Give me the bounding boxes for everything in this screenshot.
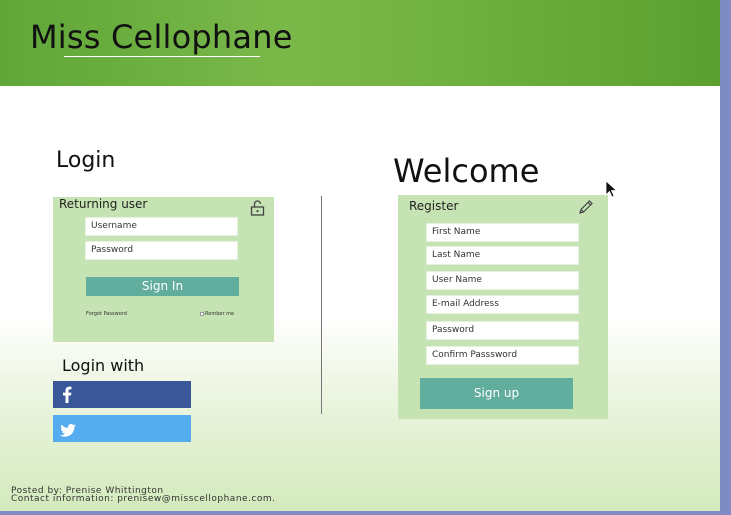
sign-in-button[interactable]: Sign In bbox=[86, 277, 239, 296]
twitter-icon bbox=[60, 422, 76, 437]
facebook-login-button[interactable] bbox=[53, 381, 191, 408]
mouse-cursor-icon bbox=[605, 180, 619, 198]
window-edge-bottom bbox=[0, 511, 731, 515]
page: Miss Cellophane Login Returning user Use… bbox=[0, 0, 720, 511]
login-with-title: Login with bbox=[62, 356, 145, 375]
welcome-title: Welcome bbox=[393, 152, 540, 190]
remember-me-checkbox[interactable] bbox=[200, 312, 204, 316]
pencil-icon[interactable] bbox=[578, 199, 594, 215]
window-edge-right bbox=[720, 0, 731, 515]
facebook-icon bbox=[62, 386, 72, 403]
remember-me-label: Rember me bbox=[205, 311, 235, 317]
register-label: Register bbox=[409, 199, 459, 213]
site-brand[interactable]: Miss Cellophane bbox=[30, 18, 293, 56]
password-input[interactable]: Password bbox=[85, 241, 238, 260]
username-input[interactable]: Username bbox=[85, 217, 238, 236]
divider bbox=[321, 196, 322, 414]
unlock-icon[interactable] bbox=[250, 200, 265, 216]
email-field[interactable]: E-mail Address bbox=[426, 295, 579, 314]
register-password-field[interactable]: Password bbox=[426, 321, 579, 340]
user-name-field[interactable]: User Name bbox=[426, 271, 579, 290]
sign-up-button[interactable]: Sign up bbox=[420, 378, 573, 409]
last-name-field[interactable]: Last Name bbox=[426, 246, 579, 265]
confirm-password-field[interactable]: Confirm Passsword bbox=[426, 346, 579, 365]
login-panel: Returning user Username Password Sign In… bbox=[53, 197, 274, 342]
returning-user-label: Returning user bbox=[59, 197, 148, 211]
footer-contact: Contact information: prenisew@misscellop… bbox=[11, 494, 276, 504]
register-panel: Register First Name Last Name User Name … bbox=[398, 195, 608, 419]
twitter-login-button[interactable] bbox=[53, 415, 191, 442]
brand-underline bbox=[64, 56, 260, 57]
first-name-field[interactable]: First Name bbox=[426, 223, 579, 242]
login-title: Login bbox=[56, 148, 116, 173]
header: Miss Cellophane bbox=[0, 0, 720, 86]
forgot-password-link[interactable]: Forgot Password bbox=[86, 311, 127, 317]
